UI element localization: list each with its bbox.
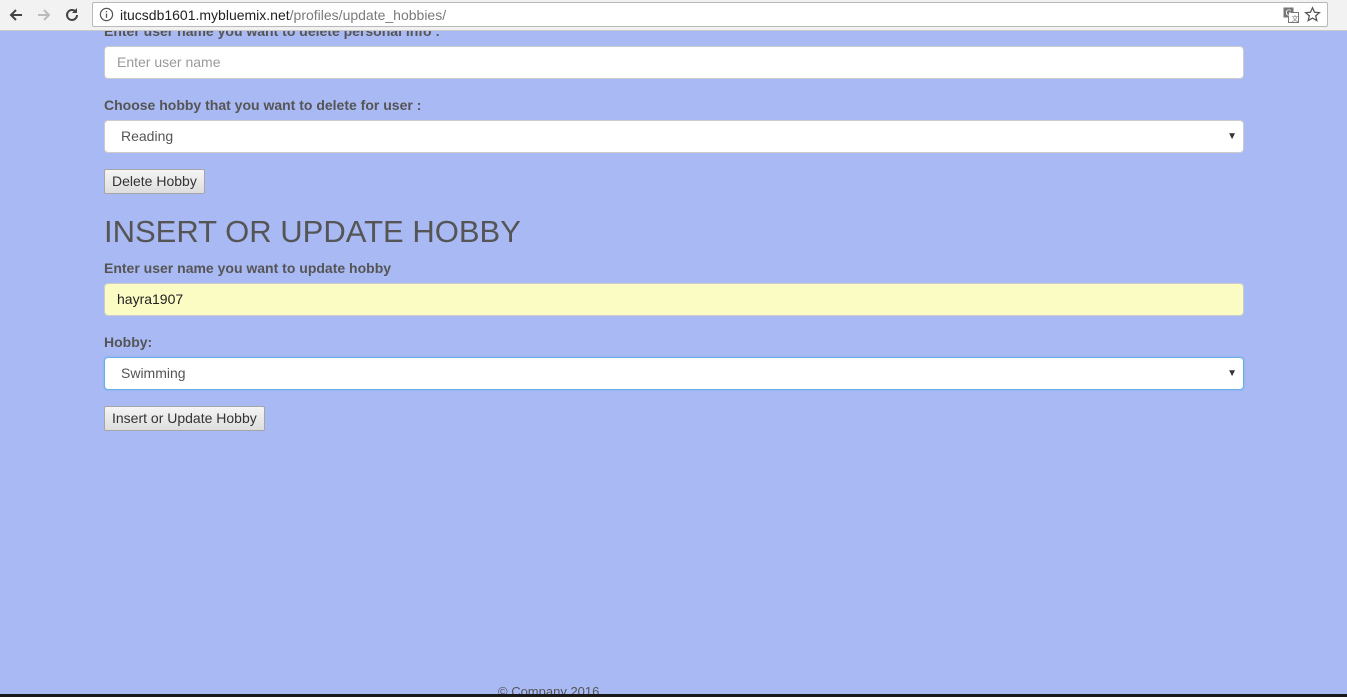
update-username-value: hayra1907 xyxy=(117,291,184,307)
section-heading: INSERT OR UPDATE HOBBY xyxy=(104,214,521,249)
url-path: /profiles/update_hobbies/ xyxy=(289,7,447,23)
delete-hobby-button[interactable]: Delete Hobby xyxy=(104,169,205,194)
browser-toolbar: itucsdb1601.mybluemix.net/profiles/updat… xyxy=(0,0,1347,31)
translate-icon[interactable]: G 文 xyxy=(1283,7,1299,23)
delete-username-label: Enter user name you want to delete perso… xyxy=(104,31,441,39)
dropdown-arrow-icon: ▼ xyxy=(1227,131,1237,142)
svg-text:文: 文 xyxy=(1292,14,1299,23)
dropdown-arrow-icon: ▼ xyxy=(1227,368,1237,379)
delete-username-input[interactable]: Enter user name xyxy=(104,46,1244,79)
forward-button[interactable] xyxy=(33,4,55,26)
back-arrow-icon xyxy=(9,9,22,21)
update-username-input[interactable]: hayra1907 xyxy=(104,283,1244,316)
address-bar[interactable]: itucsdb1601.mybluemix.net/profiles/updat… xyxy=(92,2,1328,27)
hobby-label: Hobby: xyxy=(104,334,153,350)
reload-button[interactable] xyxy=(61,4,83,26)
page-content: Enter user name you want to delete perso… xyxy=(0,31,1347,697)
url-text[interactable]: itucsdb1601.mybluemix.net/profiles/updat… xyxy=(120,7,446,23)
hobby-selected: Swimming xyxy=(121,365,186,381)
forward-arrow-icon xyxy=(38,9,51,21)
delete-hobby-selected: Reading xyxy=(121,128,174,144)
reload-icon xyxy=(66,8,78,21)
update-username-label: Enter user name you want to update hobby xyxy=(104,260,392,276)
hobby-select[interactable]: Swimming ▼ xyxy=(104,357,1244,390)
delete-hobby-label: Choose hobby that you want to delete for… xyxy=(104,97,422,113)
delete-hobby-select[interactable]: Reading ▼ xyxy=(104,120,1244,153)
url-host: itucsdb1601.mybluemix.net xyxy=(120,7,290,23)
info-icon[interactable] xyxy=(99,7,114,22)
delete-username-placeholder: Enter user name xyxy=(117,54,221,70)
bookmark-star-icon[interactable] xyxy=(1304,6,1321,23)
insert-update-hobby-button[interactable]: Insert or Update Hobby xyxy=(104,406,265,431)
back-button[interactable] xyxy=(5,4,27,26)
